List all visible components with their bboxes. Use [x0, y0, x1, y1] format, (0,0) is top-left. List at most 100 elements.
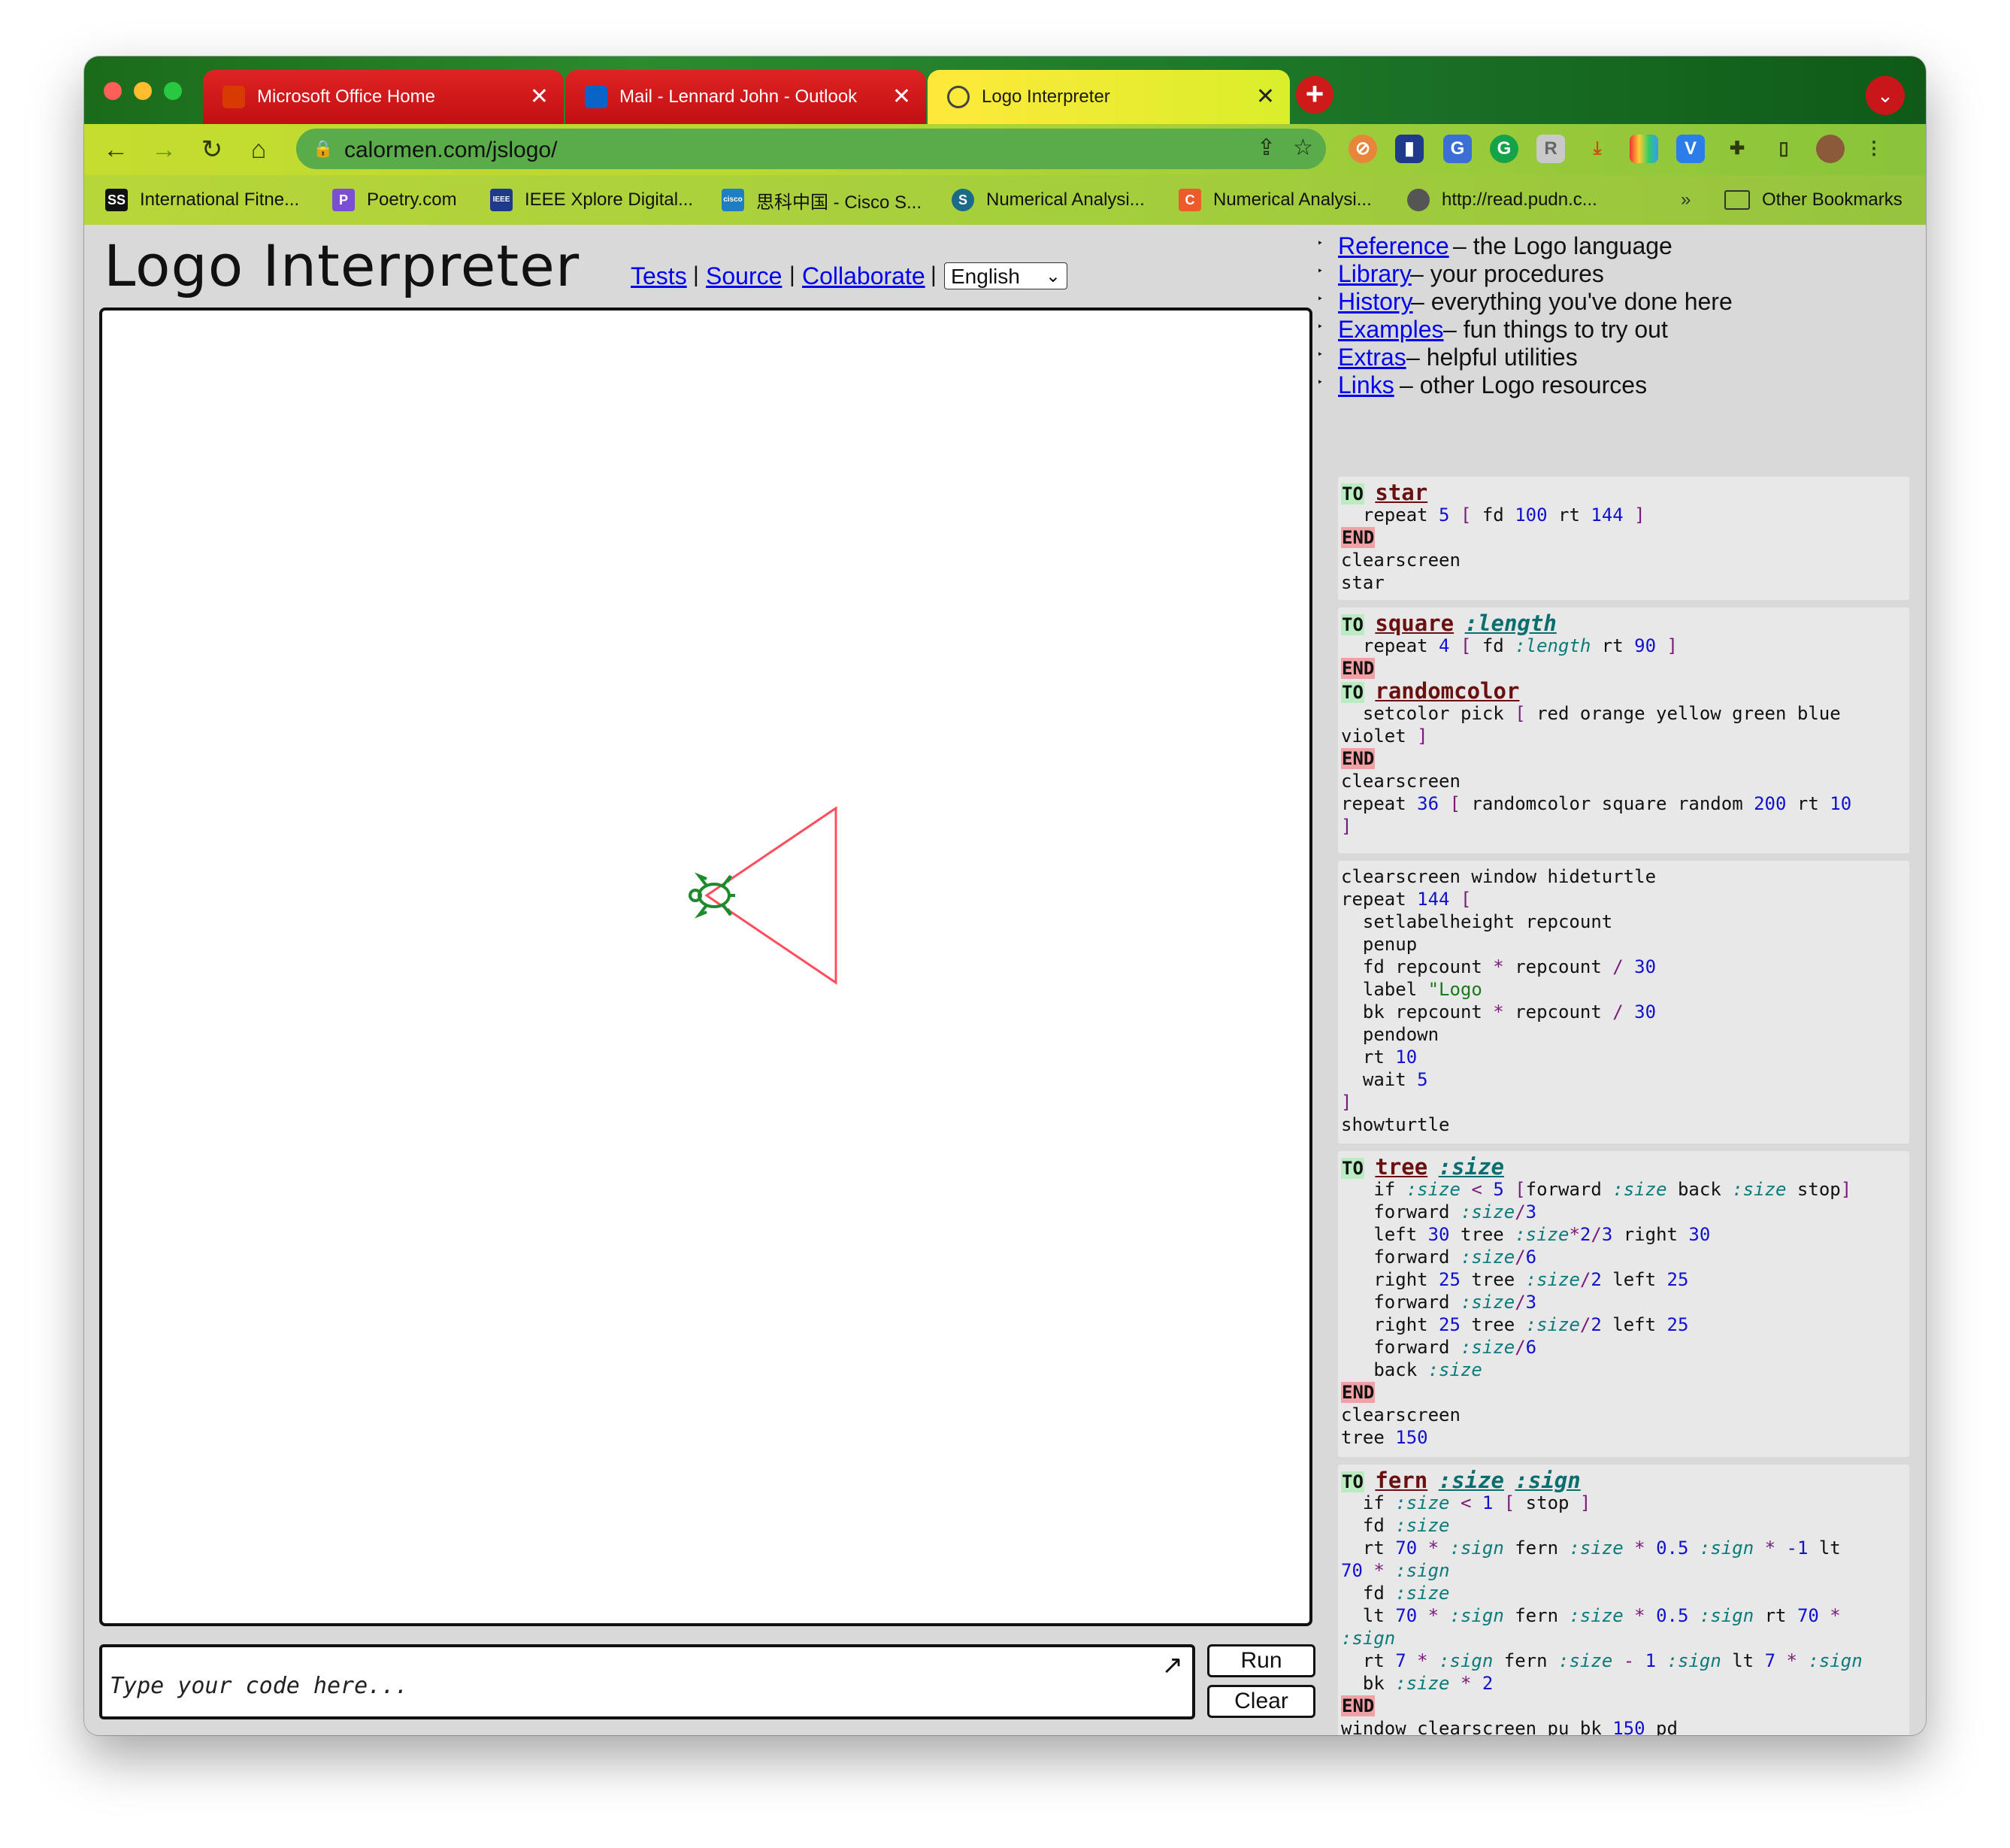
code-line: :sign [1341, 1628, 1396, 1649]
example-square[interactable]: TO square :length repeat 4 [ fd :length … [1338, 607, 1909, 853]
code-line: END [1341, 1695, 1376, 1716]
v-extension-icon[interactable]: V [1676, 135, 1705, 163]
globe-icon: globe [1407, 189, 1430, 211]
code-line: END [1341, 658, 1376, 679]
browser-window: Microsoft Office Home ✕ Mail - Lennard J… [84, 56, 1926, 1735]
nav-item-library: ‣ Library – your procedures [1317, 260, 1604, 288]
translate-extension-icon[interactable]: G [1443, 135, 1472, 163]
bookmark-item[interactable]: SS International Fitne... [105, 187, 299, 213]
code-line: TO randomcolor [1341, 678, 1520, 704]
analytics-extension-icon[interactable]: ▮ [1395, 135, 1424, 163]
extras-link[interactable]: Extras [1338, 344, 1406, 371]
avatar[interactable] [1816, 135, 1845, 163]
code-line: lt 70 * :sign fern :size * 0.5 :sign rt … [1341, 1605, 1841, 1626]
code-line: repeat 5 [ fd 100 rt 144 ] [1341, 504, 1645, 526]
more-menu-icon[interactable]: ⋮ [1860, 135, 1888, 163]
nav-desc: – your procedures [1410, 260, 1604, 287]
run-button[interactable]: Run [1207, 1644, 1315, 1677]
example-fern[interactable]: TO fern :size :sign if :size < 1 [ stop … [1338, 1465, 1909, 1735]
minimize-window-button[interactable] [134, 82, 152, 100]
canvas-drawing [689, 806, 837, 985]
tab-outlook[interactable]: Mail - Lennard John - Outlook ✕ [565, 70, 926, 124]
back-arrow-icon[interactable]: ← [99, 133, 132, 166]
code-line: repeat 36 [ randomcolor square random 20… [1341, 793, 1852, 814]
code-line: forward :size/3 [1341, 1292, 1537, 1313]
reload-icon[interactable]: ↻ [195, 133, 229, 166]
code-line: rt 7 * :sign fern :size - 1 :sign lt 7 *… [1341, 1650, 1863, 1671]
lock-icon: 🔒 [313, 139, 334, 158]
code-line: fd :size [1341, 1515, 1450, 1536]
other-bookmarks[interactable]: Other Bookmarks [1724, 187, 1903, 213]
turtle-canvas[interactable] [99, 307, 1312, 1626]
folder-icon [1724, 190, 1750, 210]
separator: | [789, 262, 795, 287]
grammarly-icon[interactable]: G [1490, 135, 1518, 163]
code-line: ] [1341, 1092, 1352, 1113]
code-line: bk :size * 2 [1341, 1673, 1494, 1694]
code-line: forward :size/6 [1341, 1247, 1537, 1268]
links-link[interactable]: Links [1338, 371, 1394, 399]
nav-desc: – fun things to try out [1443, 316, 1668, 343]
tab-close-icon[interactable]: ✕ [530, 83, 549, 111]
download-icon[interactable]: ⤓ [1583, 135, 1612, 163]
reference-link[interactable]: Reference [1338, 232, 1449, 260]
bookmark-label: Numerical Analysi... [1213, 189, 1372, 210]
zoom-window-button[interactable] [164, 82, 182, 100]
code-line: if :size < 1 [ stop ] [1341, 1492, 1591, 1513]
code-line: pendown [1341, 1024, 1439, 1045]
collaborate-link[interactable]: Collaborate [802, 262, 925, 290]
browser-toolbar: ← → ↻ ⌂ 🔒 calormen.com/jslogo/ ⇪ ☆ ⊘ ▮ G… [84, 124, 1926, 175]
code-line: if :size < 5 [forward :size back :size s… [1341, 1179, 1852, 1200]
source-link[interactable]: Source [706, 262, 782, 290]
bookmark-item[interactable]: IEEE IEEE Xplore Digital... [490, 187, 693, 213]
example-star[interactable]: TO star repeat 5 [ fd 100 rt 144 ] END c… [1338, 477, 1909, 600]
extension-icon-1[interactable]: ⊘ [1349, 135, 1377, 163]
share-icon[interactable]: ⇪ [1257, 135, 1276, 161]
bookmarks-bar: SS International Fitne... P Poetry.com I… [84, 175, 1926, 226]
clear-button[interactable]: Clear [1207, 1685, 1315, 1718]
bookmark-item[interactable]: S Numerical Analysi... [952, 187, 1145, 213]
code-line: penup [1341, 934, 1418, 955]
code-line: fd repcount * repcount / 30 [1341, 956, 1657, 977]
expand-icon[interactable]: ↗ [1162, 1650, 1184, 1680]
code-line: star [1341, 572, 1385, 593]
nav-desc: – the Logo language [1453, 232, 1672, 259]
code-line: TO tree :size [1341, 1154, 1504, 1180]
bookmark-item[interactable]: cisco 思科中国 - Cisco S... [722, 187, 922, 213]
code-input[interactable]: Type your code here... ↗ [99, 1644, 1195, 1719]
example-tree[interactable]: TO tree :size if :size < 5 [forward :siz… [1338, 1151, 1909, 1457]
code-line: wait 5 [1341, 1069, 1428, 1090]
extension-icon-5[interactable]: R [1536, 135, 1565, 163]
language-select[interactable]: English ⌄ [944, 262, 1067, 289]
tab-strip: Microsoft Office Home ✕ Mail - Lennard J… [84, 56, 1926, 124]
example-label-spiral[interactable]: clearscreen window hideturtle repeat 144… [1338, 861, 1909, 1144]
tab-title: Microsoft Office Home [257, 86, 435, 107]
new-tab-button[interactable]: + [1296, 76, 1333, 114]
code-line: back :size [1341, 1359, 1482, 1380]
bookmark-item[interactable]: globe http://read.pudn.c... [1407, 187, 1597, 213]
history-link[interactable]: History [1338, 288, 1413, 316]
side-panel-icon[interactable]: ▯ [1769, 135, 1798, 163]
tab-search-chevron-icon[interactable]: ⌄ [1866, 76, 1905, 115]
tab-close-icon[interactable]: ✕ [1256, 83, 1275, 111]
forward-arrow-icon[interactable]: → [147, 133, 180, 166]
bookmark-star-icon[interactable]: ☆ [1293, 135, 1313, 161]
c-icon: C [1179, 189, 1201, 211]
tab-logo-interpreter[interactable]: Logo Interpreter ✕ [928, 70, 1290, 124]
library-link[interactable]: Library [1338, 260, 1412, 288]
bookmark-item[interactable]: P Poetry.com [332, 187, 457, 213]
code-line: violet ] [1341, 726, 1428, 747]
tab-office[interactable]: Microsoft Office Home ✕ [203, 70, 564, 124]
home-icon[interactable]: ⌂ [242, 133, 275, 166]
code-line: TO fern :size :sign [1341, 1468, 1581, 1493]
close-window-button[interactable] [104, 82, 122, 100]
tests-link[interactable]: Tests [631, 262, 687, 290]
puzzle-extensions-icon[interactable]: ✚ [1723, 135, 1751, 163]
bookmark-item[interactable]: C Numerical Analysi... [1179, 187, 1372, 213]
color-extension-icon[interactable] [1630, 135, 1658, 163]
examples-link[interactable]: Examples [1338, 316, 1444, 344]
code-line: clearscreen [1341, 771, 1461, 792]
address-bar[interactable]: 🔒 calormen.com/jslogo/ ⇪ ☆ [296, 129, 1326, 169]
tab-close-icon[interactable]: ✕ [892, 83, 911, 111]
more-bookmarks-icon[interactable]: » [1681, 187, 1691, 213]
